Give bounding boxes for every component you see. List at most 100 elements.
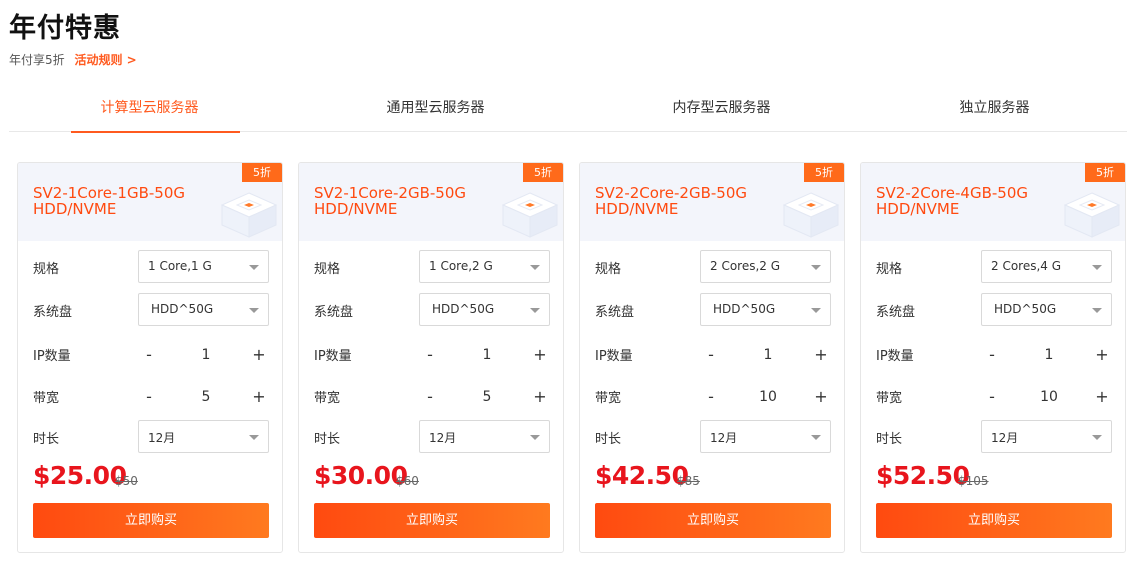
product-card: SV2-1Core-2GB-50G HDD/NVME 5折 规格 1 Core,… — [298, 162, 564, 553]
chevron-down-icon — [530, 265, 540, 270]
disk-value: HDD^50G — [151, 302, 214, 316]
card-title: SV2-2Core-2GB-50G HDD/NVME — [595, 185, 785, 217]
bandwidth-decrement-button[interactable]: - — [420, 385, 440, 409]
spec-row: 规格 2 Cores,4 G — [876, 250, 1112, 284]
spec-value: 2 Cores,2 G — [710, 259, 781, 273]
card-title-line2: HDD/NVME — [314, 200, 398, 218]
spec-select[interactable]: 1 Core,2 G — [419, 250, 550, 283]
server-cube-icon — [501, 192, 559, 238]
duration-select[interactable]: 12月 — [981, 420, 1112, 453]
card-title-line1: SV2-2Core-4GB-50G — [876, 184, 1028, 202]
duration-label: 时长 — [595, 432, 622, 447]
chevron-down-icon — [811, 435, 821, 440]
tab-memory[interactable]: 内存型云服务器 — [581, 86, 862, 132]
disk-label: 系统盘 — [876, 305, 916, 320]
duration-value: 12月 — [429, 431, 457, 445]
disk-select[interactable]: HDD^50G — [700, 293, 831, 326]
chevron-down-icon — [1092, 265, 1102, 270]
price: $30.00 — [314, 461, 408, 490]
card-title-line2: HDD/NVME — [33, 200, 117, 218]
bandwidth-decrement-button[interactable]: - — [701, 385, 721, 409]
buy-button[interactable]: 立即购买 — [33, 503, 269, 538]
old-price: $85 — [677, 474, 700, 488]
bandwidth-row: 带宽 - 5 + — [33, 383, 269, 417]
ip-value: 1 — [1044, 347, 1054, 363]
ip-increment-button[interactable]: + — [530, 343, 550, 367]
ip-decrement-button[interactable]: - — [701, 343, 721, 367]
duration-select[interactable]: 12月 — [700, 420, 831, 453]
ip-increment-button[interactable]: + — [811, 343, 831, 367]
disk-select[interactable]: HDD^50G — [419, 293, 550, 326]
spec-row: 规格 1 Core,1 G — [33, 250, 269, 284]
duration-label: 时长 — [33, 432, 60, 447]
spec-label: 规格 — [314, 262, 341, 277]
bandwidth-value: 5 — [201, 389, 211, 405]
bandwidth-decrement-button[interactable]: - — [139, 385, 159, 409]
buy-button[interactable]: 立即购买 — [876, 503, 1112, 538]
bandwidth-decrement-button[interactable]: - — [982, 385, 1002, 409]
duration-value: 12月 — [148, 431, 176, 445]
disk-select[interactable]: HDD^50G — [981, 293, 1112, 326]
ip-label: IP数量 — [595, 349, 633, 364]
buy-button[interactable]: 立即购买 — [314, 503, 550, 538]
bandwidth-label: 带宽 — [876, 391, 903, 406]
discount-badge: 5折 — [242, 163, 282, 182]
tab-general[interactable]: 通用型云服务器 — [295, 86, 576, 132]
duration-row: 时长 12月 — [876, 420, 1112, 454]
ip-value: 1 — [201, 347, 211, 363]
tab-bar: 计算型云服务器 通用型云服务器 内存型云服务器 独立服务器 — [9, 86, 1127, 133]
disk-row: 系统盘 HDD^50G — [314, 293, 550, 327]
card-title: SV2-2Core-4GB-50G HDD/NVME — [876, 185, 1066, 217]
tab-compute[interactable]: 计算型云服务器 — [9, 86, 290, 133]
ip-increment-button[interactable]: + — [1092, 343, 1112, 367]
spec-label: 规格 — [595, 262, 622, 277]
old-price: $60 — [396, 474, 419, 488]
duration-select[interactable]: 12月 — [138, 420, 269, 453]
disk-value: HDD^50G — [432, 302, 495, 316]
duration-select[interactable]: 12月 — [419, 420, 550, 453]
price: $25.00 — [33, 461, 127, 490]
duration-value: 12月 — [710, 431, 738, 445]
spec-select[interactable]: 2 Cores,4 G — [981, 250, 1112, 283]
duration-value: 12月 — [991, 431, 1019, 445]
disk-label: 系统盘 — [314, 305, 354, 320]
ip-value: 1 — [763, 347, 773, 363]
card-header: SV2-1Core-1GB-50G HDD/NVME 5折 — [18, 163, 282, 241]
rules-link[interactable]: 活动规则 > — [74, 53, 136, 67]
bandwidth-increment-button[interactable]: + — [1092, 385, 1112, 409]
card-title-line1: SV2-1Core-2GB-50G — [314, 184, 466, 202]
disk-row: 系统盘 HDD^50G — [33, 293, 269, 327]
ip-increment-button[interactable]: + — [249, 343, 269, 367]
ip-row: IP数量 - 1 + — [33, 341, 269, 375]
ip-decrement-button[interactable]: - — [139, 343, 159, 367]
chevron-down-icon — [811, 265, 821, 270]
spec-row: 规格 2 Cores,2 G — [595, 250, 831, 284]
tab-dedicated[interactable]: 独立服务器 — [854, 86, 1135, 132]
discount-badge: 5折 — [1085, 163, 1125, 182]
chevron-down-icon — [530, 435, 540, 440]
disk-label: 系统盘 — [595, 305, 635, 320]
bandwidth-increment-button[interactable]: + — [249, 385, 269, 409]
bandwidth-value: 10 — [759, 389, 777, 405]
bandwidth-increment-button[interactable]: + — [811, 385, 831, 409]
ip-decrement-button[interactable]: - — [982, 343, 1002, 367]
card-title: SV2-1Core-1GB-50G HDD/NVME — [33, 185, 223, 217]
disk-row: 系统盘 HDD^50G — [595, 293, 831, 327]
spec-select[interactable]: 1 Core,1 G — [138, 250, 269, 283]
disk-select[interactable]: HDD^50G — [138, 293, 269, 326]
spec-select[interactable]: 2 Cores,2 G — [700, 250, 831, 283]
bandwidth-increment-button[interactable]: + — [530, 385, 550, 409]
card-title-line2: HDD/NVME — [595, 200, 679, 218]
card-title-line1: SV2-2Core-2GB-50G — [595, 184, 747, 202]
ip-value: 1 — [482, 347, 492, 363]
disk-label: 系统盘 — [33, 305, 73, 320]
ip-row: IP数量 - 1 + — [876, 341, 1112, 375]
spec-label: 规格 — [33, 262, 60, 277]
server-cube-icon — [782, 192, 840, 238]
card-header: SV2-2Core-2GB-50G HDD/NVME 5折 — [580, 163, 844, 241]
product-card: SV2-2Core-2GB-50G HDD/NVME 5折 规格 2 Cores… — [579, 162, 845, 553]
discount-badge: 5折 — [804, 163, 844, 182]
ip-decrement-button[interactable]: - — [420, 343, 440, 367]
buy-button[interactable]: 立即购买 — [595, 503, 831, 538]
page-subtitle: 年付享5折 活动规则 > — [9, 51, 137, 68]
